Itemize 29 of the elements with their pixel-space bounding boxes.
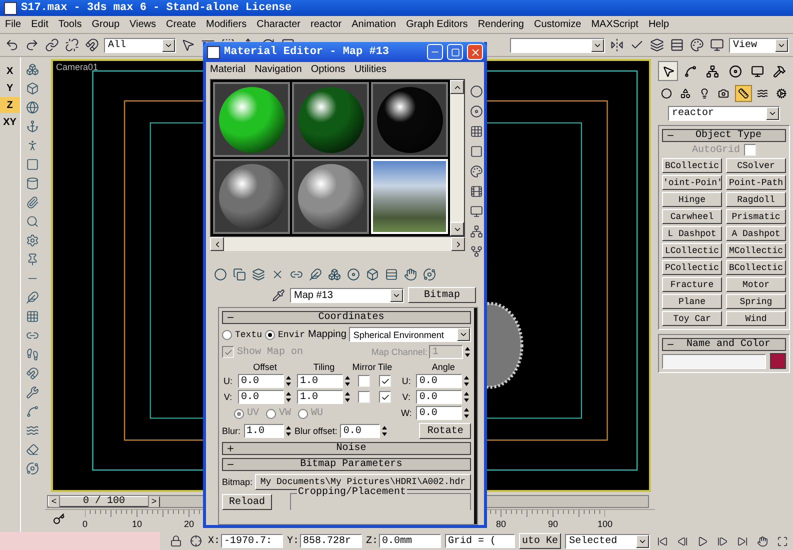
axis-label: U:	[402, 376, 411, 386]
window-title: Material Editor - Map #13	[224, 46, 390, 58]
bitmap-label: Bitmap:	[222, 477, 253, 487]
axis-label: V:	[224, 392, 232, 402]
map-channel-label: Map Channel:	[371, 347, 428, 357]
column-header: Mirror	[352, 362, 376, 372]
frame-number: 80	[496, 519, 506, 529]
blur-label: Blur:	[222, 426, 241, 436]
column-header: Tile	[378, 362, 392, 372]
viewport-label: Camera01	[56, 62, 98, 72]
autogrid-label: AutoGrid	[692, 144, 740, 156]
frame-number: 90	[548, 519, 558, 529]
axis-label: W:	[400, 408, 412, 418]
coordinate-label: Y:	[287, 536, 300, 546]
column-header: Angle	[432, 362, 455, 372]
axis-label: U:	[224, 376, 232, 386]
coordinate-label: X:	[208, 536, 220, 546]
column-header: Tiling	[313, 362, 335, 372]
window-title: S17.max - 3ds max 6 - Stand-alone License	[21, 2, 292, 14]
frame-number: 100	[597, 519, 613, 529]
frame-number: 10	[132, 519, 142, 529]
blur-offset-label: Blur offset:	[294, 426, 338, 436]
axis-label: V:	[402, 392, 410, 402]
mapping-label: Mapping	[308, 329, 346, 340]
coordinate-label: Z:	[366, 536, 378, 546]
column-header: Offset	[253, 362, 277, 372]
frame-number: 0	[82, 519, 88, 529]
group-label: Cropping/Placement	[297, 487, 408, 498]
frame-number: 20	[184, 519, 194, 529]
